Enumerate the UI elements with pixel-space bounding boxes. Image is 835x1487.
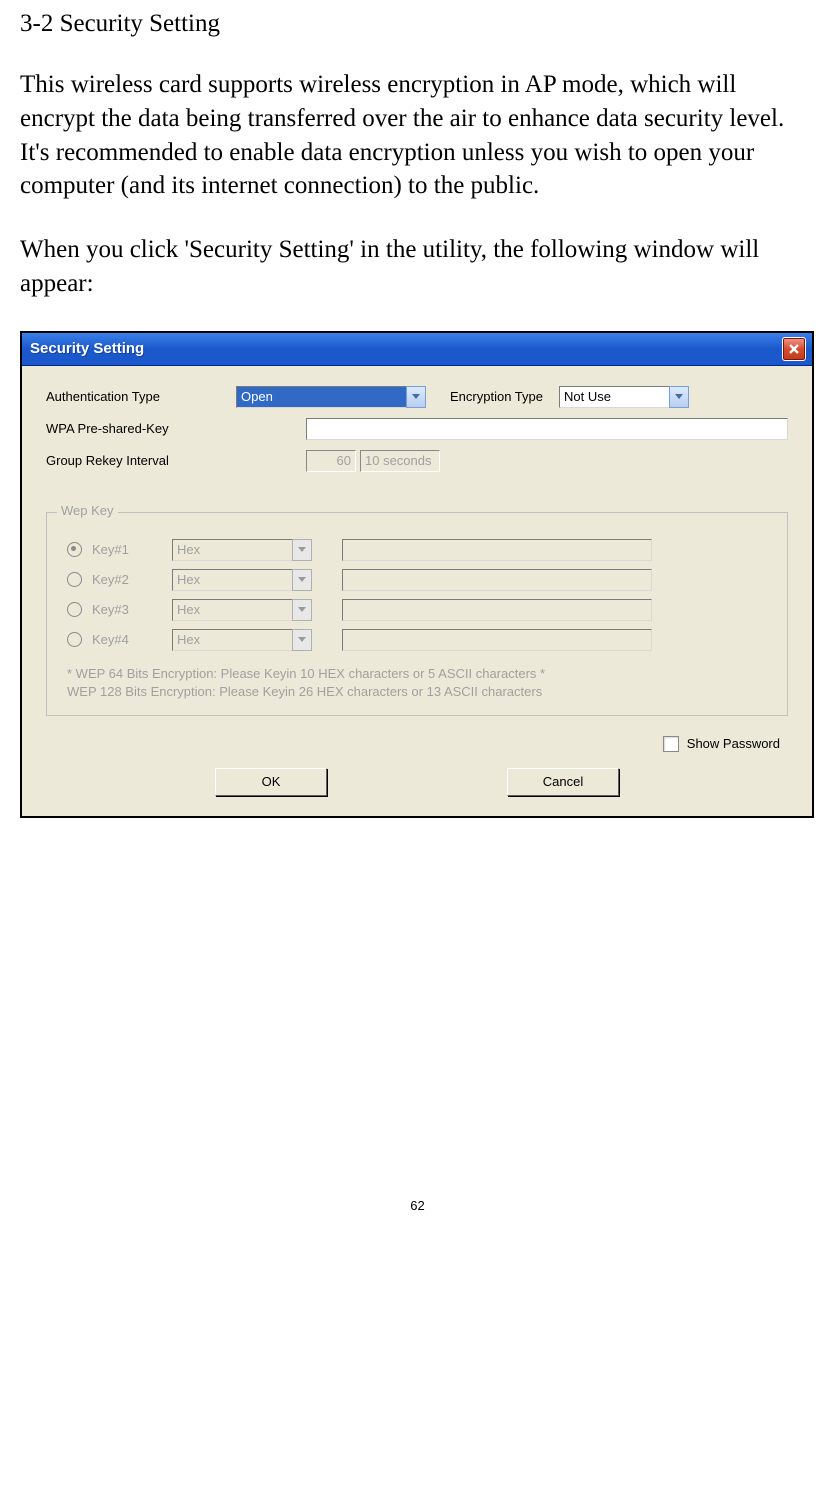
wep-hint-line2: WEP 128 Bits Encryption: Please Keyin 26… [67,683,767,701]
wep-key2-input[interactable] [342,569,652,591]
dropdown-icon[interactable] [292,539,312,561]
wep-group-title: Wep Key [57,503,118,518]
group-rekey-unit: 10 seconds [360,450,440,472]
wep-key-group: Wep Key Key#1 Hex Key#2 [46,512,788,716]
wep-key4-radio[interactable] [67,632,82,647]
auth-type-label: Authentication Type [46,389,236,404]
section-heading: 3-2 Security Setting [20,10,815,38]
wep-key3-radio[interactable] [67,602,82,617]
wep-key2-label: Key#2 [92,572,172,587]
dropdown-icon[interactable] [292,569,312,591]
encryption-type-label: Encryption Type [450,389,543,404]
wep-key1-type-dropdown[interactable]: Hex [172,539,312,561]
wep-key2-type-dropdown[interactable]: Hex [172,569,312,591]
ok-button[interactable]: OK [215,768,327,796]
group-rekey-label: Group Rekey Interval [46,453,306,468]
cancel-button[interactable]: Cancel [507,768,619,796]
group-rekey-value: 60 [306,450,356,472]
wep-key3-type-value: Hex [172,599,292,621]
wep-key3-label: Key#3 [92,602,172,617]
close-button[interactable] [782,337,806,361]
wep-key3-type-dropdown[interactable]: Hex [172,599,312,621]
intro-paragraph-2: When you click 'Security Setting' in the… [20,233,815,301]
dropdown-icon[interactable] [406,386,426,408]
page-number: 62 [0,1198,835,1229]
wep-key4-type-dropdown[interactable]: Hex [172,629,312,651]
wep-key-row: Key#3 Hex [67,599,767,621]
auth-type-dropdown[interactable]: Open [236,386,426,408]
wep-key-row: Key#2 Hex [67,569,767,591]
wep-key2-type-value: Hex [172,569,292,591]
wep-key4-type-value: Hex [172,629,292,651]
wep-key2-radio[interactable] [67,572,82,587]
dialog-title: Security Setting [28,340,782,357]
show-password-label: Show Password [687,736,780,751]
wep-key1-radio[interactable] [67,542,82,557]
show-password-checkbox[interactable] [663,736,679,752]
wep-key1-type-value: Hex [172,539,292,561]
wep-key4-input[interactable] [342,629,652,651]
wep-hint-line1: * WEP 64 Bits Encryption: Please Keyin 1… [67,665,767,683]
wpa-key-label: WPA Pre-shared-Key [46,421,306,436]
security-setting-dialog: Security Setting Authentication Type Ope… [20,331,814,818]
encryption-type-value: Not Use [559,386,669,408]
encryption-type-dropdown[interactable]: Not Use [559,386,689,408]
wep-key1-input[interactable] [342,539,652,561]
auth-type-value: Open [236,386,406,408]
dropdown-icon[interactable] [669,386,689,408]
intro-paragraph-1: This wireless card supports wireless enc… [20,68,815,203]
wpa-key-input[interactable] [306,418,788,440]
wep-key4-label: Key#4 [92,632,172,647]
dropdown-icon[interactable] [292,599,312,621]
close-icon [788,343,800,355]
wep-key-row: Key#4 Hex [67,629,767,651]
wep-key-row: Key#1 Hex [67,539,767,561]
title-bar: Security Setting [22,333,812,366]
wep-hint: * WEP 64 Bits Encryption: Please Keyin 1… [67,665,767,701]
wep-key3-input[interactable] [342,599,652,621]
dropdown-icon[interactable] [292,629,312,651]
wep-key1-label: Key#1 [92,542,172,557]
